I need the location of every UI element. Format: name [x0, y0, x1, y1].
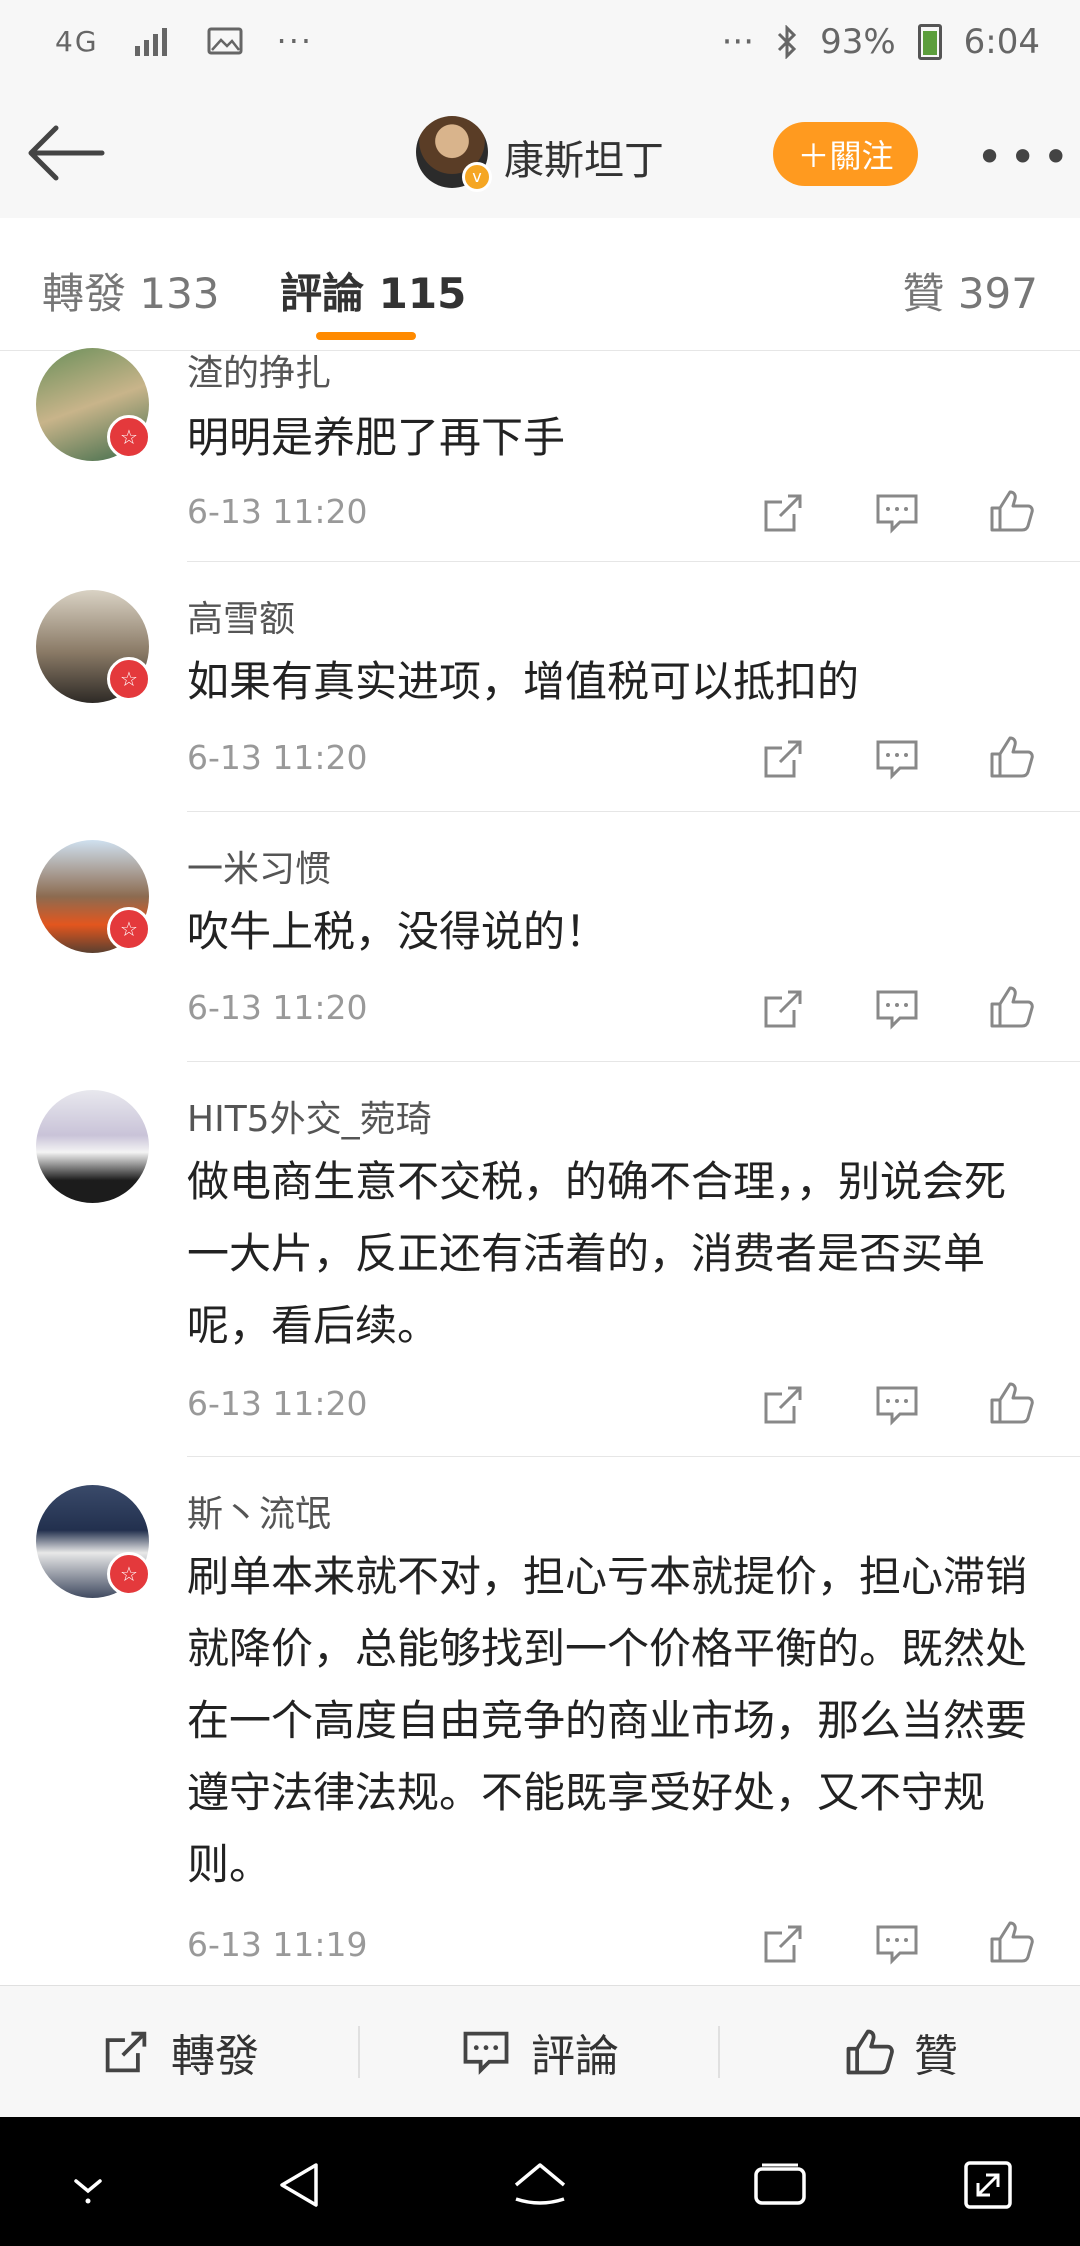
comment-text: 如果有真实进项，增值税可以抵扣的: [187, 657, 860, 706]
comment-icon[interactable]: [872, 1919, 922, 1969]
gallery-icon: [207, 27, 243, 55]
share-icon[interactable]: [758, 1380, 808, 1430]
status-bar: 4G ··· ··· 93% 6:04: [0, 0, 1080, 90]
comment-icon[interactable]: [872, 1380, 922, 1430]
like-icon[interactable]: [986, 1917, 1036, 1967]
battery-percent: 93%: [820, 22, 896, 62]
bluetooth-icon: [778, 25, 797, 59]
comment-label: 評論: [531, 2031, 619, 2082]
commenter-avatar[interactable]: ☆: [36, 590, 151, 703]
commenter-name[interactable]: 渣的挣扎: [187, 344, 331, 396]
active-tab-indicator: [316, 332, 416, 340]
member-badge-icon: ☆: [107, 657, 151, 701]
bottom-action-bar: 轉發 評論 贊: [0, 1985, 1080, 2118]
comment-item: ☆ 高雪额 如果有真实进项，增值税可以抵扣的 6-13 11:20: [0, 562, 1080, 812]
commenter-name[interactable]: 一米习惯: [187, 840, 331, 892]
commenter-avatar[interactable]: ☆: [36, 1485, 151, 1598]
comment-icon[interactable]: [872, 488, 922, 538]
tab-forward[interactable]: 轉發 133: [42, 260, 220, 321]
like-icon[interactable]: [986, 982, 1036, 1032]
share-icon: [105, 2031, 147, 2073]
expand-icon[interactable]: [958, 2155, 1018, 2215]
forward-label: 轉發: [171, 2031, 259, 2082]
like-icon[interactable]: [986, 486, 1036, 536]
comment-item: HIT5外交_菀琦 做电商生意不交税，的确不合理，，别说会死一大片，反正还有活着…: [0, 1062, 1080, 1457]
like-icon[interactable]: [986, 1378, 1036, 1428]
comment-text: 明明是养肥了再下手: [187, 413, 566, 462]
like-icon: [846, 2029, 894, 2075]
comment-time: 6-13 11:20: [187, 988, 368, 1027]
comment-text: 吹牛上税，没得说的！: [187, 907, 608, 956]
commenter-name[interactable]: HIT5外交_菀琦: [187, 1090, 432, 1142]
user-avatar[interactable]: v: [416, 116, 492, 192]
tab-likes[interactable]: 贊 397: [902, 260, 1038, 321]
comment-text: 刷单本来就不对，担心亏本就提价，担心滞销就降价，总能够找到一个价格平衡的。既然处…: [187, 1552, 1028, 1889]
comment-item: ☆ 一米习惯 吹牛上税，没得说的！ 6-13 11:20: [0, 812, 1080, 1062]
chevron-down-icon[interactable]: [58, 2155, 118, 2215]
commenter-avatar[interactable]: [36, 1090, 149, 1203]
commenter-avatar[interactable]: ☆: [36, 348, 151, 461]
back-arrow-icon[interactable]: [26, 120, 106, 186]
comment-item: ☆ 渣的挣扎 明明是养肥了再下手 6-13 11:20: [0, 340, 1080, 562]
comment-icon[interactable]: [872, 984, 922, 1034]
member-badge-icon: ☆: [107, 907, 151, 951]
commenter-name[interactable]: 斯丶流氓: [187, 1485, 331, 1537]
comment-item: ☆ 斯丶流氓 刷单本来就不对，担心亏本就提价，担心滞销就降价，总能够找到一个价格…: [0, 1457, 1080, 1985]
more-dots-icon[interactable]: •••: [976, 130, 1075, 184]
share-icon[interactable]: [758, 488, 808, 538]
like-button[interactable]: 贊: [720, 1986, 1080, 2118]
header: v 康斯坦丁 ＋關注 •••: [0, 90, 1080, 219]
commenter-name[interactable]: 高雪额: [187, 590, 295, 642]
comment-time: 6-13 11:19: [187, 1925, 368, 1964]
tab-bar: 轉發 133 評論 115 贊 397: [0, 218, 1080, 351]
back-triangle-icon[interactable]: [270, 2155, 330, 2215]
comment-time: 6-13 11:20: [187, 492, 368, 531]
comment-text: 做电商生意不交税，的确不合理，，别说会死一大片，反正还有活着的，消费者是否买单呢…: [187, 1157, 1007, 1350]
like-icon[interactable]: [986, 732, 1036, 782]
more-status-icon: ···: [721, 22, 755, 62]
member-badge-icon: ☆: [107, 415, 151, 459]
member-badge-icon: ☆: [107, 1552, 151, 1596]
forward-button[interactable]: 轉發: [0, 1986, 358, 2118]
tab-comments[interactable]: 評論 115: [280, 260, 466, 321]
recent-apps-icon[interactable]: [750, 2155, 810, 2215]
comment-button[interactable]: 評論: [360, 1986, 718, 2118]
comment-time: 6-13 11:20: [187, 1384, 368, 1423]
verified-badge-icon: v: [462, 162, 492, 192]
signal-bars-icon: [134, 28, 167, 56]
battery-icon: [917, 24, 942, 60]
share-icon[interactable]: [758, 1919, 808, 1969]
system-nav-bar: [0, 2117, 1080, 2246]
comment-time: 6-13 11:20: [187, 738, 368, 777]
home-icon[interactable]: [510, 2155, 570, 2215]
username[interactable]: 康斯坦丁: [504, 128, 664, 186]
network-indicator: 4G: [55, 24, 99, 58]
follow-button[interactable]: ＋關注: [773, 122, 918, 186]
status-time: 6:04: [963, 22, 1040, 62]
commenter-avatar[interactable]: ☆: [36, 840, 151, 953]
comment-icon[interactable]: [872, 734, 922, 784]
comment-icon: [463, 2031, 509, 2075]
like-label: 贊: [914, 2031, 958, 2082]
more-status-icon: ···: [276, 22, 314, 60]
share-icon[interactable]: [758, 734, 808, 784]
share-icon[interactable]: [758, 984, 808, 1034]
